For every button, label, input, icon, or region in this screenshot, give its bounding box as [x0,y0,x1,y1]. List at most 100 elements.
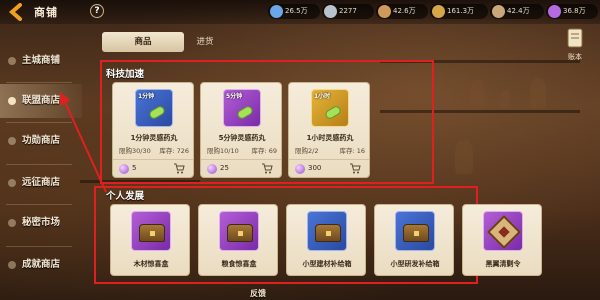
currency-value: 42.6万 [393,7,416,15]
edict-icon [487,215,521,249]
sidebar-item-achievement-shop[interactable]: 成就商店 [0,248,82,282]
item-icon-tile [219,211,259,251]
item-name: 1小时灵感药丸 [306,134,354,142]
bronze-coin-icon [378,5,391,18]
chest-icon [227,224,253,242]
sidebar-item-main-city-shop[interactable]: 主城商铺 [0,44,82,78]
feedback-label[interactable]: 反馈 [250,288,266,299]
divider [6,246,72,247]
sidebar-item-secret-market[interactable]: 秘密市场 [0,206,82,240]
currency-purple-gem[interactable]: 36.8万 [546,4,598,19]
cart-icon[interactable] [261,163,273,174]
sidebar-item-label: 秘密市场 [22,217,61,228]
pill-icon [147,104,167,121]
tab-restock[interactable]: 进货 [164,32,246,52]
background-jar [470,80,484,106]
cart-icon[interactable] [349,163,361,174]
item-icon-tile: 1分钟 [135,89,173,127]
grain-sack-icon [492,5,505,18]
item-icon-tile [395,211,435,251]
bullet-icon [8,261,16,269]
buy-row[interactable]: 5 [113,159,193,177]
currency-value: 26.5万 [285,7,308,15]
stock-count: 库存: 16 [339,147,365,155]
bullet-icon [8,57,16,65]
currency-bronze[interactable]: 42.6万 [376,4,428,19]
currency-value: 2277 [339,7,357,15]
back-icon[interactable] [6,3,26,21]
sidebar-item-label: 联盟商店 [22,95,61,106]
item-name: 5分钟灵感药丸 [218,134,266,142]
item-icon-tile [483,211,523,251]
pill-icon [323,104,343,121]
shop-item-card[interactable]: 小型研发补给箱 [374,204,454,276]
purple-gem-icon [548,5,561,18]
purchase-limit: 限购10/10 [207,147,239,155]
sidebar-item-label: 主城商铺 [22,55,61,66]
purple-gem-icon [207,164,217,174]
cart-icon[interactable] [173,163,185,174]
shop-item-card[interactable]: 黑翼清剿令 [462,204,542,276]
tile-duration-label: 5分钟 [226,93,243,100]
section-title-personal: 个人发展 [106,191,145,202]
stock-count: 库存: 69 [251,147,277,155]
item-icon-tile: 5分钟 [223,89,261,127]
blue-crystal-icon [270,5,283,18]
buy-row[interactable]: 25 [201,159,281,177]
item-name: 木材惊喜盒 [133,260,169,268]
currency-value: 161.3万 [447,7,475,15]
stock-count: 库存: 726 [159,147,189,155]
currency-grain[interactable]: 42.4万 [490,4,544,19]
bullet-icon [8,97,16,105]
chest-icon [403,224,429,242]
shop-item-card[interactable]: 1分钟 1分钟灵感药丸 限购30/30 库存: 726 5 [112,82,194,178]
purchase-limit: 限购30/30 [119,147,151,155]
gold-ingot-icon [432,5,445,18]
background-jar [530,78,546,108]
divider [6,204,72,205]
background-jar [455,140,473,174]
divider [6,82,72,83]
currency-gold[interactable]: 161.3万 [430,4,488,19]
item-price: 300 [308,164,322,172]
top-bar: 商铺 ? 26.5万 2277 42.6万 161.3万 42.4万 36.8万 [0,0,600,24]
item-name: 粮食惊喜盒 [221,260,257,268]
shop-item-card[interactable]: 1小时 1小时灵感药丸 限购2/2 库存: 16 300 [288,82,370,178]
page-title: 商铺 [34,6,58,19]
item-icon-tile: 1小时 [311,89,349,127]
pill-icon [235,104,255,121]
item-price: 5 [132,164,137,172]
item-price: 25 [220,164,229,172]
purple-gem-icon [295,164,305,174]
help-button[interactable]: ? [90,4,104,18]
bullet-icon [8,219,16,227]
silver-coin-icon [324,5,337,18]
currency-value: 42.4万 [507,7,530,15]
item-name: 1分钟灵感药丸 [130,134,178,142]
section-title-tech: 科技加速 [106,69,145,80]
background-jar [500,90,510,108]
shop-item-card[interactable]: 木材惊喜盒 [110,204,190,276]
buy-row[interactable]: 300 [289,159,369,177]
item-icon-tile [131,211,171,251]
bullet-icon [8,137,16,145]
tile-duration-label: 1分钟 [138,93,155,100]
chest-icon [139,224,165,242]
shop-item-card[interactable]: 粮食惊喜盒 [198,204,278,276]
chest-icon [315,224,341,242]
tile-duration-label: 1小时 [314,93,331,100]
shop-item-card[interactable]: 5分钟 5分钟灵感药丸 限购10/10 库存: 69 25 [200,82,282,178]
sidebar-item-label: 功勋商店 [22,135,61,146]
purchase-limit: 限购2/2 [295,147,319,155]
item-icon-tile [307,211,347,251]
shop-item-card[interactable]: 小型建材补给箱 [286,204,366,276]
ledger-button[interactable]: 账本 [562,28,588,62]
purple-gem-icon [119,164,129,174]
item-name: 小型研发补给箱 [390,260,440,268]
sidebar-item-label: 成就商店 [22,259,61,270]
bullet-icon [8,179,16,187]
currency-crystal[interactable]: 26.5万 [268,4,320,19]
ledger-label: 账本 [568,53,582,61]
item-name: 小型建材补给箱 [302,260,352,268]
currency-silver[interactable]: 2277 [322,4,374,19]
